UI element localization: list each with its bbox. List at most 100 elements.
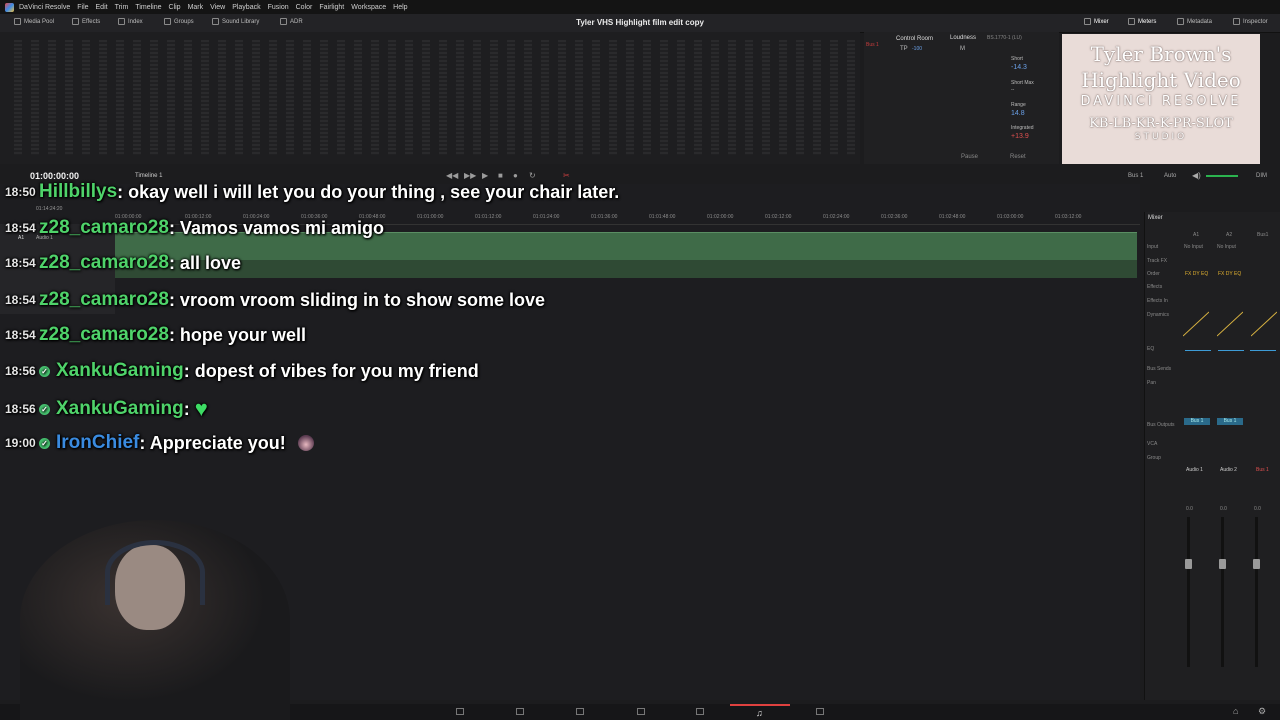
- mixer-row-bus-outputs: Bus Outputs: [1147, 422, 1175, 428]
- dynamics-graph-a2[interactable]: [1217, 310, 1243, 338]
- fusion-page-icon[interactable]: [637, 708, 645, 715]
- audio-clip-secondary[interactable]: [115, 260, 1137, 278]
- track-meter: [218, 40, 226, 155]
- chat-message-text: : hope your well: [168, 324, 306, 345]
- menu-clip[interactable]: Clip: [169, 4, 181, 11]
- fader-track-a2[interactable]: [1221, 517, 1224, 667]
- chat-username: IronChief: [56, 432, 140, 453]
- tp-value: -100: [912, 46, 923, 52]
- ruler-tick: 01:02:00:00: [707, 214, 734, 220]
- chat-message: 18:56 ✓ XankuGaming: dopest of vibes for y…: [5, 360, 479, 382]
- order-a1[interactable]: FX DY EQ: [1185, 271, 1208, 277]
- track-meter: [337, 40, 345, 155]
- home-icon[interactable]: ⌂: [1233, 706, 1238, 716]
- ruler-tick: 01:03:12:00: [1055, 214, 1082, 220]
- fader-track-a1[interactable]: [1187, 517, 1190, 667]
- ruler-tick: 01:02:24:00: [823, 214, 850, 220]
- menu-help[interactable]: Help: [393, 4, 407, 11]
- dynamics-graph-a1[interactable]: [1183, 310, 1209, 338]
- track-meter: [796, 40, 804, 155]
- settings-gear-icon[interactable]: ⚙: [1258, 706, 1266, 717]
- menu-fusion[interactable]: Fusion: [268, 4, 289, 11]
- m-label: M: [960, 46, 965, 52]
- fairlight-page-tab[interactable]: ♫: [730, 704, 790, 720]
- fader-knob-bus1[interactable]: [1253, 559, 1260, 569]
- bus-output-a1[interactable]: Bus 1: [1184, 418, 1210, 425]
- chat-message-text: : okay well i will let you do your thing…: [117, 181, 620, 202]
- menu-playback[interactable]: Playback: [232, 4, 260, 11]
- meters-button[interactable]: Meters: [1128, 18, 1156, 25]
- menu-mark[interactable]: Mark: [188, 4, 204, 11]
- loop-icon[interactable]: ↻: [529, 171, 536, 180]
- menu-view[interactable]: View: [210, 4, 225, 11]
- menu-color[interactable]: Color: [296, 4, 313, 11]
- green-heart-icon: ♥: [194, 396, 208, 421]
- mixer-col-a2: A2: [1226, 232, 1233, 238]
- tp-label: TP: [900, 46, 908, 52]
- media-page-icon[interactable]: [456, 708, 464, 715]
- metadata-button[interactable]: Metadata: [1177, 18, 1212, 25]
- input-select-a1[interactable]: No Input: [1184, 244, 1203, 250]
- reset-button[interactable]: Reset: [1010, 154, 1026, 160]
- track-meter: [609, 40, 617, 155]
- menu-edit[interactable]: Edit: [96, 4, 108, 11]
- deliver-page-icon[interactable]: [816, 708, 824, 715]
- menu-trim[interactable]: Trim: [115, 4, 129, 11]
- ruler-tick: 01:02:48:00: [939, 214, 966, 220]
- rewind-icon[interactable]: ◀◀: [446, 171, 458, 180]
- input-select-a2[interactable]: No Input: [1217, 244, 1236, 250]
- snip-icon[interactable]: ✂: [563, 171, 570, 180]
- chat-emote-icon: [297, 435, 314, 451]
- record-icon[interactable]: ●: [513, 171, 518, 180]
- bus-output-a2[interactable]: Bus 1: [1217, 418, 1243, 425]
- bus-selector[interactable]: Bus 1: [1128, 173, 1143, 179]
- track-meter: [303, 40, 311, 155]
- menu-timeline[interactable]: Timeline: [135, 4, 161, 11]
- timecode-display[interactable]: 01:00:00:00: [30, 171, 79, 181]
- chat-timestamp: 18:54: [5, 293, 36, 307]
- mixer-button[interactable]: Mixer: [1084, 18, 1109, 25]
- speaker-icon[interactable]: ◀): [1192, 171, 1201, 180]
- cut-page-icon[interactable]: [516, 708, 524, 715]
- chat-username: z28_camaro28: [39, 289, 169, 310]
- track-meter: [133, 40, 141, 155]
- color-page-icon[interactable]: [696, 708, 704, 715]
- track-meter: [371, 40, 379, 155]
- menu-file[interactable]: File: [77, 4, 88, 11]
- fader-knob-a2[interactable]: [1219, 559, 1226, 569]
- mixer-row-pan: Pan: [1147, 380, 1156, 386]
- video-viewer[interactable]: Tyler Brown's Highlight Video DAVINCI RE…: [1062, 34, 1260, 164]
- eq-graph-a1[interactable]: [1185, 350, 1211, 351]
- track-meter: [694, 40, 702, 155]
- menu-davinci-resolve[interactable]: DaVinci Resolve: [19, 4, 70, 11]
- dim-button[interactable]: DIM: [1256, 173, 1267, 179]
- stop-icon[interactable]: ■: [498, 171, 503, 180]
- webcam-overlay: [20, 520, 290, 720]
- pause-button[interactable]: Pause: [961, 154, 978, 160]
- dynamics-graph-bus1[interactable]: [1251, 310, 1277, 338]
- timeline-selector[interactable]: Timeline 1: [135, 173, 162, 179]
- edit-page-icon[interactable]: [576, 708, 584, 715]
- track-meter: [847, 40, 855, 155]
- order-a2[interactable]: FX DY EQ: [1218, 271, 1241, 277]
- menu-fairlight[interactable]: Fairlight: [319, 4, 344, 11]
- inspector-label: Inspector: [1243, 18, 1268, 25]
- track-meter: [507, 40, 515, 155]
- mixer-panel: Mixer A1 A2 Bus1 Input Track FX Order Ef…: [1144, 212, 1280, 700]
- eq-graph-a2[interactable]: [1218, 350, 1244, 351]
- monitor-volume-slider[interactable]: [1206, 175, 1238, 177]
- menu-workspace[interactable]: Workspace: [351, 4, 386, 11]
- chat-message: 18:56 ✓ XankuGaming: ♥: [5, 396, 208, 422]
- play-icon[interactable]: ▶: [482, 171, 488, 180]
- fast-forward-icon[interactable]: ▶▶: [464, 171, 476, 180]
- eq-graph-bus1[interactable]: [1250, 350, 1276, 351]
- track-meter: [286, 40, 294, 155]
- ruler-tick: 01:02:36:00: [881, 214, 908, 220]
- fader-knob-a1[interactable]: [1185, 559, 1192, 569]
- inspector-button[interactable]: Inspector: [1233, 18, 1268, 25]
- automation-mode[interactable]: Auto: [1164, 173, 1176, 179]
- loudness-title: Loudness: [950, 35, 977, 41]
- fader-track-bus1[interactable]: [1255, 517, 1258, 667]
- menu-bar: DaVinci Resolve File Edit Trim Timeline …: [0, 0, 1280, 14]
- viewer-title-line2: Highlight Video: [1081, 68, 1241, 92]
